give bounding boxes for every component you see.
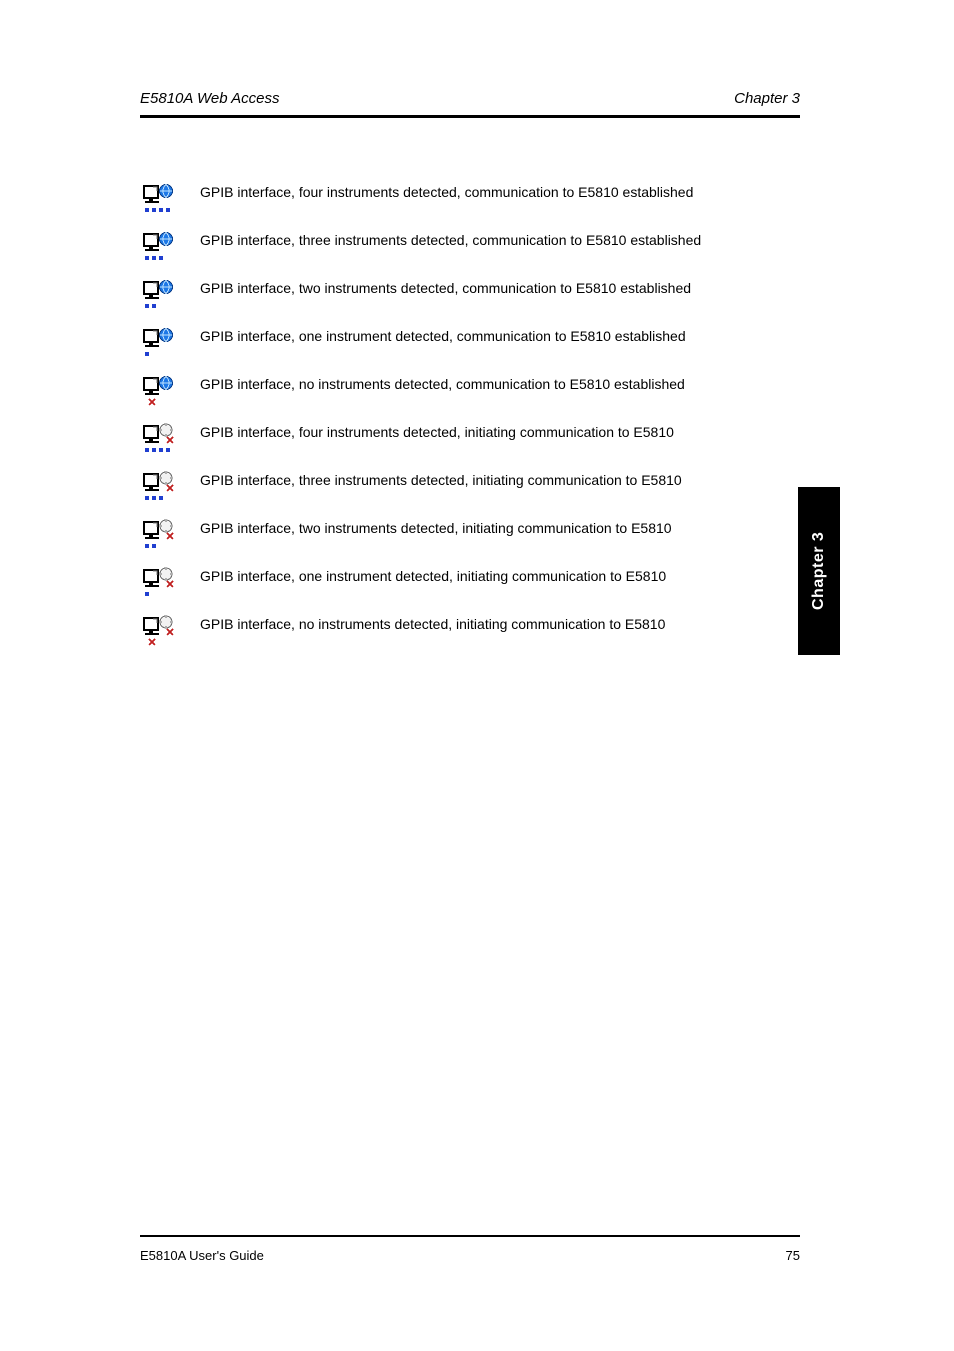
footer-page-number: 75 [786,1248,800,1263]
footer-rule [140,1235,800,1237]
status-icon-pending-1 [142,566,176,614]
status-icon-pending-none [142,614,176,662]
icon-description: GPIB interface, two instruments detected… [200,520,701,568]
clock-icon [142,422,176,461]
icon-description: GPIB interface, no instruments detected,… [200,616,701,664]
clock-icon [142,470,176,509]
header-rule [140,115,800,118]
icon-description: GPIB interface, no instruments detected,… [200,376,701,424]
status-icon-pending-2 [142,518,176,566]
globe-icon [142,182,176,221]
icon-description: GPIB interface, three instruments detect… [200,232,701,280]
icon-description: GPIB interface, two instruments detected… [200,280,701,328]
icon-description: GPIB interface, one instrument detected,… [200,568,701,616]
page-header-title: E5810A Web Access [140,90,280,107]
clock-icon [142,566,176,605]
status-icon-connected-2 [142,278,176,326]
globe-icon [142,326,176,365]
status-icon-pending-3 [142,470,176,518]
clock-icon [142,614,176,653]
globe-icon [142,374,176,413]
clock-icon [142,518,176,557]
icon-description: GPIB interface, three instruments detect… [200,472,701,520]
icon-description: GPIB interface, four instruments detecte… [200,184,701,232]
chapter-thumb-tab: Chapter 3 [798,487,840,655]
globe-icon [142,278,176,317]
page-header-chapter: Chapter 3 [734,90,800,107]
icon-description: GPIB interface, one instrument detected,… [200,328,701,376]
status-icon-connected-none [142,374,176,422]
status-icon-connected-3 [142,230,176,278]
status-icon-pending-4 [142,422,176,470]
globe-icon [142,230,176,269]
icon-description: GPIB interface, four instruments detecte… [200,424,701,472]
status-icon-connected-4 [142,182,176,230]
status-icon-connected-1 [142,326,176,374]
footer-doc-title: E5810A User's Guide [140,1248,264,1263]
